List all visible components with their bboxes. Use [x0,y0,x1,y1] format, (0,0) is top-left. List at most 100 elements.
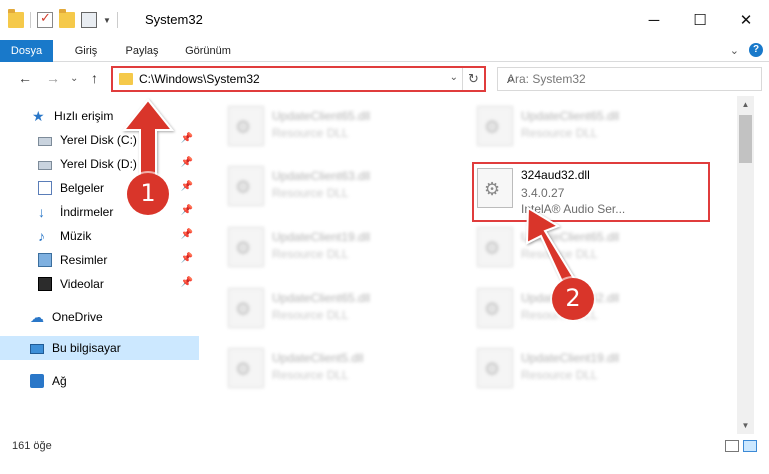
tab-view[interactable]: Görünüm [177,40,239,62]
video-icon [38,277,52,291]
recent-locations-button[interactable]: ⌄ [70,73,78,84]
sidebar-item-label: Belgeler [60,181,105,195]
list-item[interactable]: UpdateClient5.dll Resource DLL [226,344,456,394]
pictures-icon [38,253,52,267]
network-icon [30,374,44,388]
toolbar-divider [116,12,118,28]
scroll-thumb[interactable] [739,115,752,163]
vertical-scrollbar[interactable]: ▲ ▼ [737,96,754,434]
file-name: UpdateClient65.dll [272,109,371,123]
step-badge-1: 1 [127,173,169,215]
customize-toolbar-icon[interactable] [81,12,97,28]
list-item[interactable]: UpdateClient65.dll Resource DLL [226,284,456,334]
tab-home[interactable]: Giriş [66,40,106,62]
up-button[interactable]: ↑ [91,70,98,86]
folder-icon [119,73,133,85]
title-bar: ▼ System32 ─ ☐ ✕ [0,0,769,40]
new-folder-icon[interactable] [59,9,75,28]
quick-access-toolbar: ▼ [8,9,118,28]
folder-icon[interactable] [8,9,24,28]
sidebar-item-network[interactable]: Ağ [0,369,199,393]
file-name: UpdateClient65.dll [521,109,620,123]
sidebar-item-downloads[interactable]: ↓ İndirmeler 📌 [0,200,199,224]
back-button[interactable]: ← [18,70,32,86]
file-description: Resource DLL [521,126,598,140]
details-view-icon[interactable] [725,440,739,452]
minimize-button[interactable]: ─ [631,0,677,40]
navigation-pane: ★ Hızlı erişim Yerel Disk (C:) 📌 Yerel D… [0,96,202,434]
dll-file-icon [228,227,264,267]
sidebar-item-disk-c[interactable]: Yerel Disk (C:) 📌 [0,128,199,152]
file-description: Resource DLL [272,308,349,322]
list-item[interactable]: UpdateClient65.dll Resource DLL [475,223,705,273]
help-icon[interactable]: ? [749,43,763,57]
sidebar-item-this-pc[interactable]: Bu bilgisayar [0,336,199,360]
sidebar-item-label: Müzik [60,229,92,243]
sidebar-item-label: Yerel Disk (D:) [60,157,137,171]
sidebar-item-pictures[interactable]: Resimler 📌 [0,248,199,272]
sidebar-item-quick-access[interactable]: ★ Hızlı erişim [0,104,199,128]
sidebar-item-disk-d[interactable]: Yerel Disk (D:) 📌 [0,152,199,176]
maximize-button[interactable]: ☐ [677,0,723,40]
scroll-up-icon[interactable]: ▲ [737,96,754,113]
dll-file-icon [228,106,264,146]
file-description: Resource DLL [272,186,349,200]
list-item[interactable]: UpdateClient19.dll Resource DLL [475,344,705,394]
sidebar-item-music[interactable]: ♪ Müzik 📌 [0,224,199,248]
pin-icon[interactable]: 📌 [181,253,193,264]
download-icon: ↓ [38,204,45,220]
file-name: UpdateClient19.dll [272,230,371,244]
document-icon [38,181,52,195]
search-icon[interactable]: ⌕ [507,71,755,87]
file-description: Resource DLL [521,247,598,261]
sidebar-item-label: Resimler [60,253,108,267]
file-list: UpdateClient65.dll Resource DLL UpdateCl… [202,96,737,434]
dll-file-icon [228,348,264,388]
file-name: UpdateClient19.dll [521,351,620,365]
list-item[interactable]: UpdateClient63.dll Resource DLL [226,162,456,212]
tab-share[interactable]: Paylaş [118,40,166,62]
pin-icon[interactable]: 📌 [181,205,193,216]
pin-icon[interactable]: 📌 [181,133,193,144]
address-path[interactable]: C:\Windows\System32 [139,72,260,86]
window-title: System32 [145,12,203,27]
cloud-icon: ☁ [30,309,44,325]
list-item[interactable]: UpdateClient65.dll Resource DLL [226,102,456,152]
ribbon: Dosya Giriş Paylaş Görünüm ⌄ ? [0,40,769,90]
close-button[interactable]: ✕ [723,0,769,40]
sidebar-item-label: Videolar [60,277,104,291]
scroll-down-icon[interactable]: ▼ [737,417,754,434]
expand-ribbon-icon[interactable]: ⌄ [730,44,739,57]
sidebar-item-label: Yerel Disk (C:) [60,133,137,147]
tiles-view-icon[interactable] [743,440,757,452]
search-input[interactable]: Ara: System32 ⌕ [497,67,762,91]
star-icon: ★ [32,108,45,124]
address-dropdown-icon[interactable]: ⌄ [450,72,458,83]
ribbon-right: ⌄ ? [730,43,763,57]
sidebar-item-documents[interactable]: Belgeler 📌 [0,176,199,200]
pin-icon[interactable]: 📌 [181,157,193,168]
pin-icon[interactable]: 📌 [181,277,193,288]
properties-check-icon[interactable] [37,10,53,28]
sidebar-item-onedrive[interactable]: ☁ OneDrive [0,305,199,329]
dll-file-icon [228,166,264,206]
file-description: Resource DLL [272,126,349,140]
qat-dropdown-icon[interactable]: ▼ [103,16,111,25]
file-description: Resource DLL [521,368,598,382]
pin-icon[interactable]: 📌 [181,181,193,192]
sidebar-item-label: Ağ [52,374,67,388]
list-item[interactable]: UpdateClient65.dll Resource DLL [475,102,705,152]
forward-button[interactable]: → [46,70,60,86]
list-item[interactable]: UpdateClient19.dll Resource DLL [226,223,456,273]
address-bar[interactable]: C:\Windows\System32 ⌄ ↻ [111,66,486,92]
file-description: Resource DLL [272,368,349,382]
view-switcher [725,440,757,452]
dll-file-icon [477,288,513,328]
sidebar-item-label: OneDrive [52,310,103,324]
highlight-frame [472,162,710,222]
refresh-button[interactable]: ↻ [462,68,484,90]
sidebar-item-videos[interactable]: Videolar 📌 [0,272,199,296]
pin-icon[interactable]: 📌 [181,229,193,240]
window-controls: ─ ☐ ✕ [631,0,769,40]
dll-file-icon [477,348,513,388]
